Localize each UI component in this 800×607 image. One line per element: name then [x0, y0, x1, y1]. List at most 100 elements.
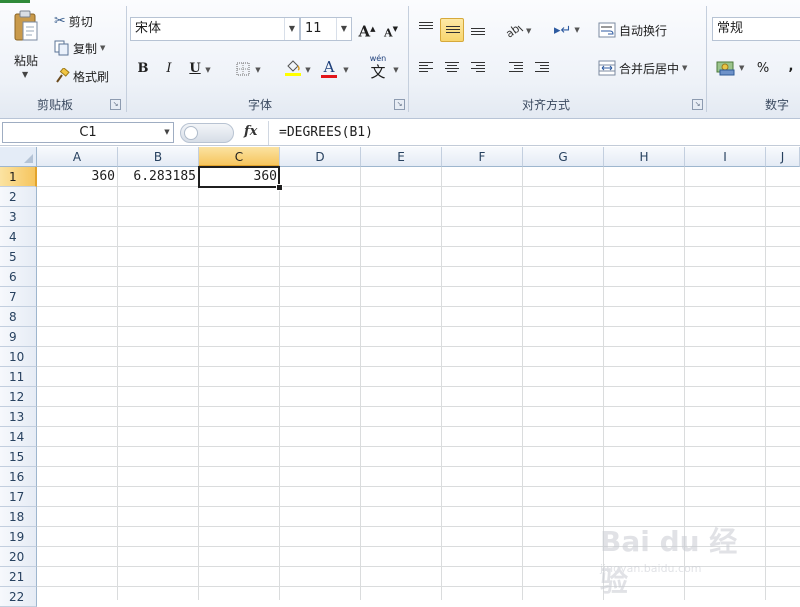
comma-style-button[interactable]: ,: [780, 56, 800, 78]
dialog-launcher-icon[interactable]: ↘: [692, 99, 703, 110]
column-header-a[interactable]: A: [37, 147, 118, 167]
cell-a1[interactable]: 360: [37, 167, 118, 187]
font-group: 宋体 ▼ 11 ▼ A▲ A▼ B I U ▼ ▼ ▼ A ▼ wén 文 ▼ …: [128, 0, 408, 118]
chevron-down-icon[interactable]: ▼: [336, 18, 351, 40]
column-header-i[interactable]: I: [685, 147, 766, 167]
grow-font-button[interactable]: A▲: [356, 18, 378, 40]
fill-color-button[interactable]: [282, 56, 304, 78]
align-center-button[interactable]: [440, 56, 464, 80]
row-header-2[interactable]: 2: [0, 187, 37, 207]
row-header-12[interactable]: 12: [0, 387, 37, 407]
font-size-select[interactable]: 11 ▼: [300, 17, 352, 41]
shrink-font-button[interactable]: A▼: [380, 18, 402, 40]
cell-b1[interactable]: 6.283185: [118, 167, 199, 187]
select-all-button[interactable]: [0, 147, 37, 167]
fill-bucket-icon: [285, 59, 301, 76]
row-header-22[interactable]: 22: [0, 587, 37, 607]
font-name-select[interactable]: 宋体 ▼: [130, 17, 300, 41]
wrap-text-button[interactable]: 自动换行: [598, 19, 667, 41]
chevron-down-icon[interactable]: ▼: [22, 70, 28, 79]
format-painter-button[interactable]: 格式刷: [54, 65, 109, 87]
row-header-19[interactable]: 19: [0, 527, 37, 547]
column-header-h[interactable]: H: [604, 147, 685, 167]
row-header-5[interactable]: 5: [0, 247, 37, 267]
chevron-down-icon[interactable]: ▼: [682, 64, 687, 72]
column-header-b[interactable]: B: [118, 147, 199, 167]
grow-font-icon: A: [358, 22, 371, 41]
phonetic-button[interactable]: wén 文: [364, 54, 392, 82]
fill-handle[interactable]: [276, 184, 283, 191]
paste-button[interactable]: 粘贴 ▼: [6, 8, 46, 88]
row-header-18[interactable]: 18: [0, 507, 37, 527]
fill-color-dropdown[interactable]: ▼: [302, 58, 314, 80]
column-header-e[interactable]: E: [361, 147, 442, 167]
align-top-button[interactable]: [414, 18, 438, 42]
row-header-20[interactable]: 20: [0, 547, 37, 567]
row-header-17[interactable]: 17: [0, 487, 37, 507]
font-color-dropdown[interactable]: ▼: [340, 58, 352, 80]
cut-label: 剪切: [68, 14, 93, 29]
font-color-button[interactable]: A: [318, 56, 340, 78]
align-middle-button[interactable]: [440, 18, 464, 42]
row-header-3[interactable]: 3: [0, 207, 37, 227]
cut-button[interactable]: ✂ 剪切: [54, 10, 93, 32]
text-direction-button[interactable]: ▸↵ ▼: [554, 19, 580, 41]
column-header-f[interactable]: F: [442, 147, 523, 167]
row-header-10[interactable]: 10: [0, 347, 37, 367]
column-header-c[interactable]: C: [199, 147, 280, 167]
column-header-g[interactable]: G: [523, 147, 604, 167]
group-divider: [126, 6, 127, 112]
name-box[interactable]: C1: [2, 122, 174, 143]
increase-indent-button[interactable]: [530, 56, 554, 80]
dialog-launcher-icon[interactable]: ↘: [394, 99, 405, 110]
row-header-6[interactable]: 6: [0, 267, 37, 287]
bold-button[interactable]: B: [132, 58, 154, 80]
spreadsheet-grid: A B C D E F G H I J 1 2 3 4 5 6 7 8 9 10 11 12 13 14 1…: [0, 147, 800, 607]
align-bottom-button[interactable]: [466, 18, 490, 42]
borders-icon: [236, 62, 250, 75]
borders-button[interactable]: [232, 58, 254, 80]
copy-button[interactable]: 复制 ▼: [54, 37, 105, 59]
underline-dropdown[interactable]: ▼: [202, 58, 214, 80]
row-header-11[interactable]: 11: [0, 367, 37, 387]
row-header-21[interactable]: 21: [0, 567, 37, 587]
row-header-15[interactable]: 15: [0, 447, 37, 467]
insert-function-icon[interactable]: fx: [244, 124, 257, 139]
formula-input[interactable]: =DEGREES(B1): [268, 121, 800, 145]
font-size-value: 11: [305, 21, 322, 36]
row-header-7[interactable]: 7: [0, 287, 37, 307]
group-divider: [408, 6, 409, 112]
decrease-indent-button[interactable]: [504, 56, 528, 80]
italic-button[interactable]: I: [158, 58, 180, 80]
row-header-1[interactable]: 1: [0, 167, 37, 187]
column-header-j[interactable]: J: [766, 147, 800, 167]
dialog-launcher-icon[interactable]: ↘: [110, 99, 121, 110]
align-right-icon: [471, 62, 485, 74]
formula-bar-splitter[interactable]: [180, 123, 234, 143]
chevron-down-icon[interactable]: ▼: [284, 18, 299, 40]
row-header-4[interactable]: 4: [0, 227, 37, 247]
row-header-8[interactable]: 8: [0, 307, 37, 327]
accounting-format-button[interactable]: ▼: [716, 57, 744, 79]
wrap-text-icon: [598, 22, 616, 38]
row-header-16[interactable]: 16: [0, 467, 37, 487]
percent-button[interactable]: %: [752, 58, 774, 80]
row-header-14[interactable]: 14: [0, 427, 37, 447]
chevron-down-icon[interactable]: ▼: [739, 64, 744, 72]
row-header-13[interactable]: 13: [0, 407, 37, 427]
row-header-9[interactable]: 9: [0, 327, 37, 347]
column-header-d[interactable]: D: [280, 147, 361, 167]
cell-c1[interactable]: 360: [199, 167, 280, 187]
borders-dropdown[interactable]: ▼: [252, 58, 264, 80]
chevron-down-icon[interactable]: ▼: [160, 122, 174, 143]
phonetic-dropdown[interactable]: ▼: [390, 58, 402, 80]
align-left-button[interactable]: [414, 56, 438, 80]
chevron-down-icon[interactable]: ▼: [100, 44, 105, 52]
formula-bar: C1 ▼ fx =DEGREES(B1): [0, 121, 800, 146]
merge-center-button[interactable]: 合并后居中 ▼: [598, 57, 687, 79]
watermark-logo: Bai du 经验 jingyan.baidu.com: [600, 512, 760, 598]
number-format-select[interactable]: 常规: [712, 17, 800, 41]
orientation-button[interactable]: ab ▼: [502, 18, 536, 42]
align-left-icon: [419, 62, 433, 74]
align-right-button[interactable]: [466, 56, 490, 80]
